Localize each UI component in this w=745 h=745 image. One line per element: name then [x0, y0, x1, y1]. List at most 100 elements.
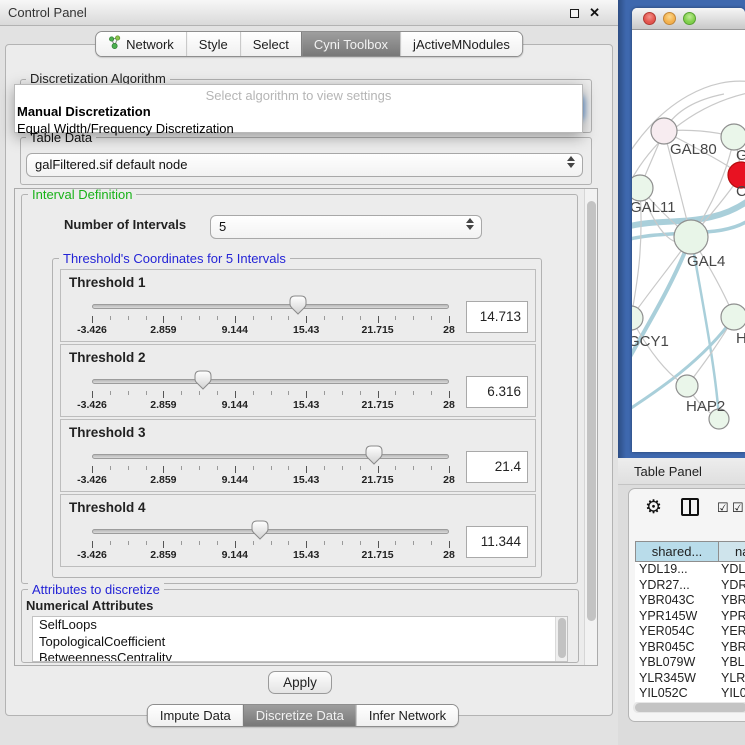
cell-shared-name[interactable]: YIL052C: [635, 686, 719, 702]
table-row[interactable]: YPR145WYPR1: [635, 609, 745, 625]
table-row[interactable]: YDR27...YDR2: [635, 578, 745, 594]
slider-track[interactable]: [92, 304, 449, 309]
cell-name[interactable]: YDR2: [719, 578, 745, 594]
slider-tick: [253, 391, 254, 395]
slider-track[interactable]: [92, 454, 449, 459]
split-pane-icon[interactable]: [681, 498, 699, 516]
tab-style[interactable]: Style: [186, 32, 240, 56]
slider-tick: [271, 391, 272, 395]
cell-name[interactable]: YIL0: [719, 686, 745, 702]
slider-tick-label: 15.43: [281, 399, 331, 411]
table-row[interactable]: YBR043CYBR0: [635, 593, 745, 609]
network-node-label: G: [736, 147, 745, 164]
slider-tick-label: 2.859: [138, 324, 188, 336]
cell-shared-name[interactable]: YBL079W: [635, 655, 719, 671]
network-node-gal11[interactable]: [632, 175, 653, 201]
slider-tick: [199, 316, 200, 320]
slider-tick: [199, 541, 200, 545]
slider-tick: [306, 541, 307, 548]
slider-tick: [360, 541, 361, 545]
cell-name[interactable]: YBR0: [719, 593, 745, 609]
threshold-value-field[interactable]: 11.344: [466, 526, 528, 558]
table-row[interactable]: YLR345WYLR3: [635, 671, 745, 687]
cell-shared-name[interactable]: YBR045C: [635, 640, 719, 656]
tab-label: Cyni Toolbox: [314, 37, 388, 52]
slider-track[interactable]: [92, 379, 449, 384]
checkbox-icon[interactable]: ☑: [717, 500, 729, 516]
list-item-selfloops[interactable]: SelfLoops: [33, 617, 567, 634]
apply-button[interactable]: Apply: [268, 671, 332, 694]
network-node-label: HAP2: [686, 398, 725, 415]
table-horizontal-scrollbar[interactable]: [633, 702, 745, 713]
table-row[interactable]: YIL052CYIL0: [635, 686, 745, 702]
cell-name[interactable]: YLR3: [719, 671, 745, 687]
tab-select[interactable]: Select: [240, 32, 301, 56]
tab-impute-data[interactable]: Impute Data: [148, 705, 243, 726]
tab-network[interactable]: Network: [96, 32, 186, 56]
threshold-value-field[interactable]: 21.4: [466, 451, 528, 483]
cell-name[interactable]: YDL1: [719, 562, 745, 578]
mac-zoom-icon[interactable]: [683, 12, 696, 25]
number-of-intervals-select[interactable]: 5: [210, 215, 482, 239]
slider-tick-label: 15.43: [281, 474, 331, 486]
slider-tick: [413, 316, 414, 320]
tab-label: jActiveMNodules: [413, 37, 510, 52]
table-data-select[interactable]: galFiltered.sif default node: [26, 153, 583, 177]
slider-thumb[interactable]: [251, 520, 269, 540]
slider-tick: [235, 316, 236, 323]
network-window-titlebar[interactable]: [632, 8, 745, 30]
cell-shared-name[interactable]: YBR043C: [635, 593, 719, 609]
scrollbar-thumb[interactable]: [587, 201, 596, 621]
column-header-shared-name[interactable]: shared...: [635, 541, 719, 562]
close-icon[interactable]: ✕: [589, 0, 600, 26]
network-node-node-right-mid[interactable]: [721, 304, 745, 330]
attributes-scrollbar[interactable]: [555, 617, 567, 661]
cell-name[interactable]: YER0: [719, 624, 745, 640]
cell-name[interactable]: YBL0: [719, 655, 745, 671]
tab-cyni-toolbox[interactable]: Cyni Toolbox: [301, 32, 400, 56]
network-node-hap2[interactable]: [676, 375, 698, 397]
threshold-value-field[interactable]: 6.316: [466, 376, 528, 408]
cell-shared-name[interactable]: YLR345W: [635, 671, 719, 687]
list-item-betweennesscentrality[interactable]: BetweennessCentrality: [33, 650, 567, 662]
slider-tick: [146, 466, 147, 470]
cell-shared-name[interactable]: YPR145W: [635, 609, 719, 625]
gear-icon[interactable]: ⚙: [645, 496, 662, 519]
algorithm-option-manual-discretization[interactable]: Manual Discretization: [15, 103, 582, 120]
threshold-value-field[interactable]: 14.713: [466, 301, 528, 333]
cell-name[interactable]: YBR0: [719, 640, 745, 656]
threshold-label: Threshold 2: [69, 350, 146, 365]
slider-thumb[interactable]: [194, 370, 212, 390]
slider-track[interactable]: [92, 529, 449, 534]
cell-shared-name[interactable]: YDL19...: [635, 562, 719, 578]
slider-thumb[interactable]: [289, 295, 307, 315]
mac-minimize-icon[interactable]: [663, 12, 676, 25]
table-row[interactable]: YER054CYER0: [635, 624, 745, 640]
bottom-tab-bar: Impute DataDiscretize DataInfer Network: [147, 704, 459, 727]
checkbox-icon[interactable]: ☑: [732, 500, 744, 516]
cell-shared-name[interactable]: YDR27...: [635, 578, 719, 594]
mac-close-icon[interactable]: [643, 12, 656, 25]
tab-jactivemnodules[interactable]: jActiveMNodules: [400, 32, 522, 56]
list-item-topologicalcoefficient[interactable]: TopologicalCoefficient: [33, 634, 567, 651]
table-row[interactable]: YBL079WYBL0: [635, 655, 745, 671]
cell-name[interactable]: YPR1: [719, 609, 745, 625]
slider-tick: [395, 541, 396, 545]
slider-tick: [110, 316, 111, 320]
table-row[interactable]: YBR045CYBR0: [635, 640, 745, 656]
algorithm-option-equal-width-frequency[interactable]: Equal Width/Frequency Discretization: [15, 120, 582, 137]
scrollbar-thumb[interactable]: [558, 618, 566, 658]
table-row[interactable]: YDL19...YDL1: [635, 562, 745, 578]
table-panel-toolbar: ⚙ ☑ ☑: [629, 489, 745, 533]
column-header-name[interactable]: name: [719, 541, 745, 562]
network-node-gal4[interactable]: [674, 220, 708, 254]
settings-vertical-scrollbar[interactable]: [584, 189, 597, 665]
tab-discretize-data[interactable]: Discretize Data: [243, 705, 356, 726]
tab-infer-network[interactable]: Infer Network: [356, 705, 458, 726]
network-node-gcy1[interactable]: [632, 306, 643, 330]
scrollbar-thumb[interactable]: [635, 703, 745, 712]
network-canvas[interactable]: GAL80GCGAL11GAL4GCY1HHAP2: [632, 30, 745, 452]
float-window-icon[interactable]: [570, 9, 579, 18]
cell-shared-name[interactable]: YER054C: [635, 624, 719, 640]
slider-thumb[interactable]: [365, 445, 383, 465]
